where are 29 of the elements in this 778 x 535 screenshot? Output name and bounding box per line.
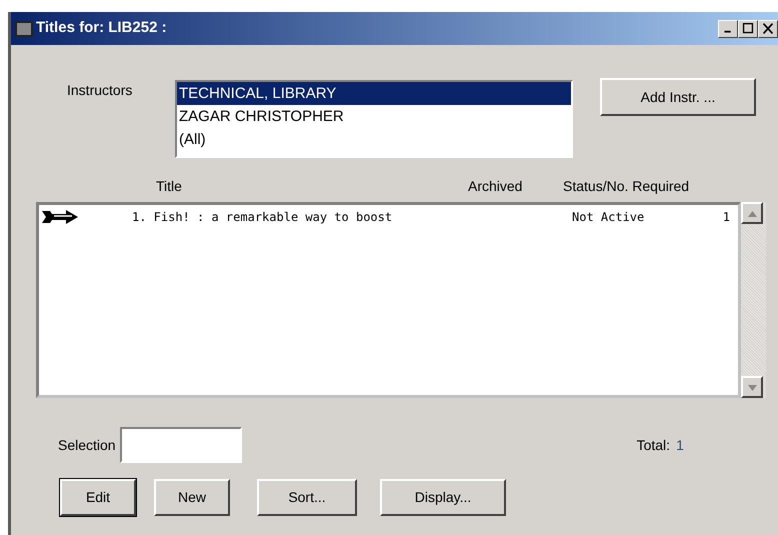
action-button[interactable]: Edit [60,479,136,516]
add-instructor-button[interactable]: Add Instr. ... [600,78,756,116]
selection-label: Selection [58,436,116,454]
column-header: Status/No. Required [563,177,690,196]
window-title: Titles for: LIB252 : [36,18,167,38]
table-row[interactable]: 1. Fish! : a remarkable way to boost Not Active 1 [39,205,738,229]
up-arrow-icon [748,210,756,217]
instructor-item[interactable]: ZAGAR CHRISTOPHER [177,105,571,128]
maximize-button[interactable] [738,20,758,38]
down-arrow-icon [748,384,756,391]
instructors-list[interactable]: TECHNICAL, LIBRARY ZAGAR CHRISTOPHER (All) [175,80,573,158]
close-button[interactable] [758,20,778,38]
action-button[interactable]: New [154,479,230,516]
action-button[interactable]: Display... [380,479,506,516]
selection-field[interactable] [120,427,242,463]
action-button[interactable]: Sort... [257,479,357,516]
table-cell-text: Not Active [572,209,646,226]
total-value: 1 [676,436,684,454]
column-header: Archived [468,177,522,196]
minimize-button[interactable] [718,20,738,38]
app-icon [15,20,33,36]
vertical-scrollbar[interactable] [741,202,766,398]
instructor-item[interactable]: (All) [177,128,571,151]
instructors-label: Instructors [67,81,134,100]
table-cell-text: 1. Fish! : a remarkable way to boost [132,209,394,226]
instructor-item[interactable]: TECHNICAL, LIBRARY [177,82,571,105]
table-cell-text: 1 [722,209,730,226]
total-label: Total: [636,436,670,454]
column-header: Title [156,177,182,196]
